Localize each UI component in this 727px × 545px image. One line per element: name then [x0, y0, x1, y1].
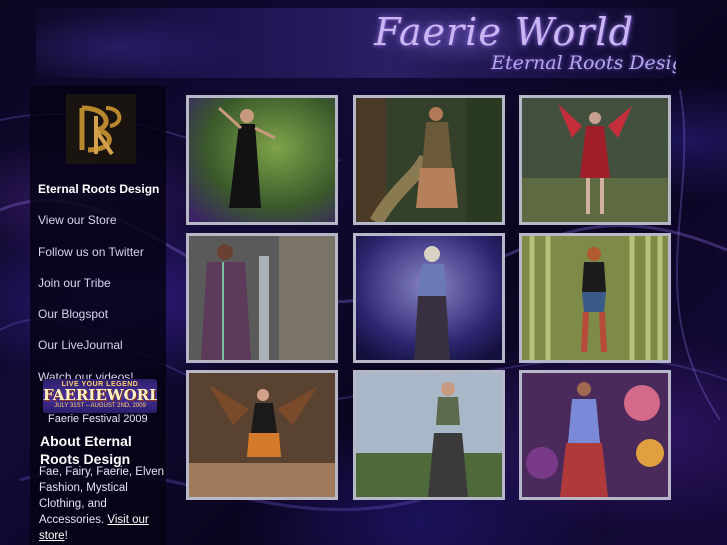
photo-gallery	[186, 95, 674, 505]
nav-item-twitter[interactable]: Follow us on Twitter	[38, 245, 159, 276]
gallery-image-5[interactable]	[353, 233, 505, 363]
header-banner: Faerie World Eternal Roots Design	[36, 8, 676, 78]
gallery-image-2[interactable]	[353, 95, 505, 225]
badge-dates: JULY 31ST – AUGUST 2ND, 2009	[54, 403, 146, 409]
gallery-image-7[interactable]	[186, 370, 338, 500]
erd-monogram-logo	[66, 94, 136, 164]
badge-title: FAERIEWORLDS	[43, 386, 157, 404]
sidebar: Eternal Roots Design View our Store Foll…	[30, 86, 166, 545]
gallery-image-3[interactable]	[519, 95, 671, 225]
sidebar-nav: Eternal Roots Design View our Store Foll…	[38, 182, 159, 401]
about-trailing: !	[64, 530, 68, 542]
gallery-image-9[interactable]	[519, 370, 671, 500]
nav-item-livejournal[interactable]: Our LiveJournal	[38, 338, 159, 369]
nav-item-blogspot[interactable]: Our Blogspot	[38, 307, 159, 338]
nav-item-view-store[interactable]: View our Store	[38, 213, 159, 244]
gallery-image-1[interactable]	[186, 95, 338, 225]
faerieworlds-badge-link[interactable]: LIVE YOUR LEGEND FAERIEWORLDS JULY 31ST …	[43, 379, 157, 413]
gallery-image-6[interactable]	[519, 233, 671, 363]
nav-item-join-tribe[interactable]: Join our Tribe	[38, 276, 159, 307]
gallery-image-4[interactable]	[186, 233, 338, 363]
about-heading: About Eternal Roots Design	[40, 433, 132, 467]
gallery-image-8[interactable]	[353, 370, 505, 500]
about-text: Fae, Fairy, Faerie, Elven Fashion, Mysti…	[39, 464, 167, 544]
festival-caption: Faerie Festival 2009	[48, 413, 148, 425]
banner-subtitle: Eternal Roots Design	[491, 52, 676, 74]
nav-item-eternal-roots-design[interactable]: Eternal Roots Design	[38, 182, 159, 213]
banner-title: Faerie World	[374, 10, 634, 54]
